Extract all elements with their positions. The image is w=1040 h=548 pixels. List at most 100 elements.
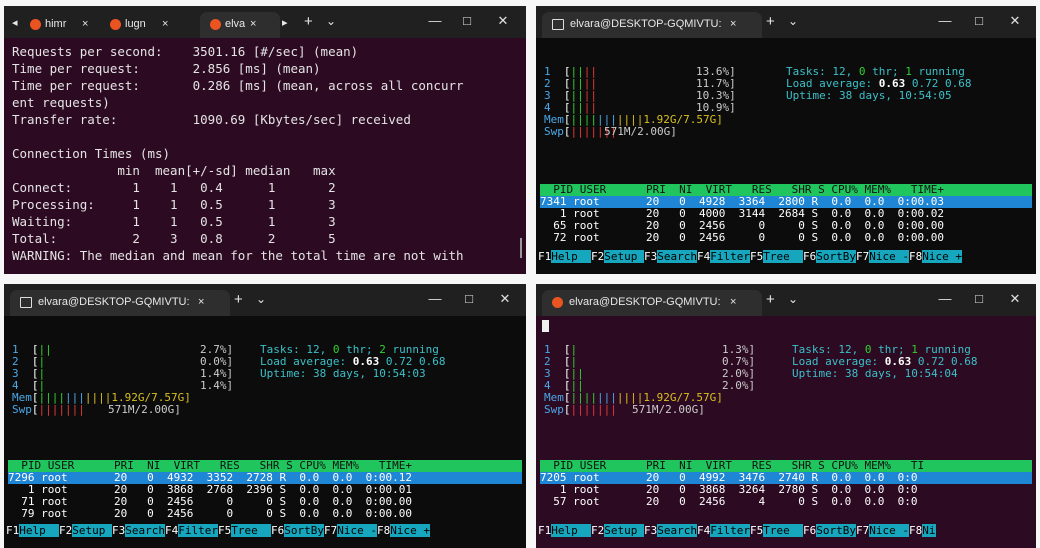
terminal-icon bbox=[552, 18, 564, 30]
fkey-label[interactable]: SortBy bbox=[816, 250, 856, 263]
tab-elva[interactable]: elva × bbox=[200, 12, 280, 38]
fkey-label[interactable]: Help bbox=[551, 250, 591, 263]
close-tab-icon[interactable]: × bbox=[730, 12, 736, 36]
maximize-button[interactable]: □ bbox=[968, 10, 990, 32]
tab-label: elvara@DESKTOP-GQMIVTU: bbox=[569, 296, 721, 308]
meter-bar: | bbox=[84, 391, 92, 404]
fkey-label[interactable]: Filter bbox=[710, 524, 750, 537]
fkey-label[interactable]: Tree bbox=[763, 250, 803, 263]
process-row[interactable]: 72 root 20 0 2456 0 0 S 0.0 0.0 0:00.00 bbox=[540, 232, 944, 244]
uptime: Uptime: 38 days, 10:54:05 bbox=[786, 90, 952, 102]
fkey-label[interactable]: Nice + bbox=[390, 524, 430, 537]
terminal-window-benchmark[interactable]: ◂ himr × lugn × elva × ▸ + ⌄ — □ ✕ Reque… bbox=[4, 6, 526, 274]
new-tab-button[interactable]: + bbox=[304, 13, 313, 30]
htop-screen[interactable]: 1 [|||| 13.6%] 2 [|||| 11.7%] 3 [|||| 10.3%] 4… bbox=[536, 38, 1036, 274]
maximize-button[interactable]: □ bbox=[968, 288, 990, 310]
ubuntu-icon bbox=[552, 296, 563, 308]
fkey-label[interactable]: Filter bbox=[710, 250, 750, 263]
uptime-label: Uptime: bbox=[792, 367, 839, 380]
terminal-window-htop-1[interactable]: elvara@DESKTOP-GQMIVTU: × + ⌄ — □ ✕ 1 [|||| 13.6… bbox=[536, 6, 1036, 274]
fkey-f6: F6 bbox=[271, 524, 285, 537]
dropdown-button[interactable]: ⌄ bbox=[788, 14, 798, 28]
dropdown-button[interactable]: ⌄ bbox=[326, 14, 336, 28]
scrollbar[interactable] bbox=[520, 238, 522, 258]
close-window-button[interactable]: ✕ bbox=[1004, 288, 1026, 310]
close-tab-icon[interactable]: × bbox=[250, 12, 256, 36]
ubuntu-icon bbox=[210, 18, 221, 30]
fkey-label[interactable]: Search bbox=[657, 524, 697, 537]
minimize-button[interactable]: — bbox=[424, 10, 446, 32]
fkey-label[interactable]: Nice - bbox=[869, 250, 909, 263]
tab-terminal[interactable]: elvara@DESKTOP-GQMIVTU: × bbox=[542, 290, 762, 316]
fkey-f1: F1 bbox=[538, 250, 552, 263]
tab-lugn[interactable]: lugn × bbox=[106, 12, 180, 38]
fkey-f1: F1 bbox=[538, 524, 552, 537]
fkey-label[interactable]: Tree bbox=[763, 524, 803, 537]
new-tab-button[interactable]: + bbox=[766, 13, 775, 30]
fkey-label[interactable]: Setup bbox=[72, 524, 112, 537]
close-window-button[interactable]: ✕ bbox=[494, 288, 516, 310]
minimize-button[interactable]: — bbox=[934, 10, 956, 32]
dropdown-button[interactable]: ⌄ bbox=[256, 292, 266, 306]
fkey-label[interactable]: Tree bbox=[231, 524, 271, 537]
process-row[interactable]: 57 root 20 0 2456 4 0 S 0.0 0.0 0:0 bbox=[540, 496, 917, 508]
close-tab-icon[interactable]: × bbox=[82, 12, 88, 36]
fkey-label[interactable]: Nice - bbox=[869, 524, 909, 537]
maximize-button[interactable]: □ bbox=[458, 288, 480, 310]
process-row[interactable]: 79 root 20 0 2456 0 0 S 0.0 0.0 0:00.00 bbox=[8, 508, 412, 520]
uptime-value: 38 days, 10:54:04 bbox=[844, 367, 958, 380]
swap-label: Swp bbox=[544, 403, 564, 416]
title-bar: elvara@DESKTOP-GQMIVTU: × + ⌄ — □ ✕ bbox=[4, 284, 526, 316]
cpu-percent: 2.0%] bbox=[722, 379, 756, 392]
fkey-f4: F4 bbox=[697, 250, 711, 263]
scroll-left-icon[interactable]: ◂ bbox=[12, 16, 18, 29]
fkey-f5: F5 bbox=[750, 524, 764, 537]
fkey-label[interactable]: SortBy bbox=[284, 524, 324, 537]
fkey-label[interactable]: SortBy bbox=[816, 524, 856, 537]
meter-open-bracket: [ bbox=[563, 403, 571, 416]
meter-bar: | bbox=[65, 403, 72, 416]
new-tab-button[interactable]: + bbox=[766, 291, 775, 308]
fkey-label[interactable]: Ni bbox=[922, 524, 936, 537]
minimize-button[interactable]: — bbox=[424, 288, 446, 310]
scroll-right-icon[interactable]: ▸ bbox=[282, 16, 288, 29]
fkey-label[interactable]: Nice - bbox=[337, 524, 377, 537]
output-line: Connection Times (ms) bbox=[12, 146, 171, 161]
terminal-output[interactable]: Requests per second: 3501.16 [#/sec] (me… bbox=[4, 38, 526, 274]
fkey-label[interactable]: Help bbox=[19, 524, 59, 537]
htop-screen[interactable]: 1 [| 1.3%] 2 [| 0.7%] 3 [|| 2.0%] 4 [|| 2.0%] Me… bbox=[536, 316, 1036, 548]
meter-bar: | bbox=[45, 403, 52, 416]
maximize-button[interactable]: □ bbox=[456, 10, 478, 32]
close-window-button[interactable]: ✕ bbox=[1004, 10, 1026, 32]
swap-value: 571M/2.00G] bbox=[604, 125, 677, 138]
fkey-label[interactable]: Filter bbox=[178, 524, 218, 537]
new-tab-button[interactable]: + bbox=[234, 291, 243, 308]
fkey-label[interactable]: Setup bbox=[604, 250, 644, 263]
function-key-bar: F1Help F2Setup F3SearchF4FilterF5Tree F6… bbox=[538, 250, 962, 264]
tab-terminal[interactable]: elvara@DESKTOP-GQMIVTU: × bbox=[542, 12, 762, 38]
fkey-f2: F2 bbox=[59, 524, 73, 537]
minimize-button[interactable]: — bbox=[934, 288, 956, 310]
title-bar: elvara@DESKTOP-GQMIVTU: × + ⌄ — □ ✕ bbox=[536, 6, 1036, 38]
terminal-window-htop-2[interactable]: elvara@DESKTOP-GQMIVTU: × + ⌄ — □ ✕ 1 [|| 2.7%] 2… bbox=[4, 284, 526, 548]
fkey-label[interactable]: Search bbox=[657, 250, 697, 263]
close-tab-icon[interactable]: × bbox=[730, 290, 736, 314]
close-window-button[interactable]: ✕ bbox=[492, 10, 514, 32]
tab-terminal[interactable]: elvara@DESKTOP-GQMIVTU: × bbox=[10, 290, 230, 316]
fkey-label[interactable]: Nice + bbox=[922, 250, 962, 263]
function-key-bar: F1Help F2Setup F3SearchF4FilterF5Tree F6… bbox=[6, 524, 430, 538]
fkey-f4: F4 bbox=[165, 524, 179, 537]
fkey-label[interactable]: Help bbox=[551, 524, 591, 537]
close-tab-icon[interactable]: × bbox=[162, 12, 168, 36]
uptime: Uptime: 38 days, 10:54:03 bbox=[260, 368, 426, 380]
meter-bar: | bbox=[45, 343, 52, 356]
terminal-window-htop-3[interactable]: elvara@DESKTOP-GQMIVTU: × + ⌄ — □ ✕ 1 [| 1.3%] 2 … bbox=[536, 284, 1036, 548]
fkey-label[interactable]: Setup bbox=[604, 524, 644, 537]
meter-open-bracket: [ bbox=[31, 403, 39, 416]
htop-screen[interactable]: 1 [|| 2.7%] 2 [| 0.0%] 3 [| 1.4%] 4 [| 1.4%] Mem… bbox=[4, 316, 526, 548]
tab-himr[interactable]: himr × bbox=[26, 12, 100, 38]
dropdown-button[interactable]: ⌄ bbox=[788, 292, 798, 306]
fkey-label[interactable]: Search bbox=[125, 524, 165, 537]
tab-label: elva bbox=[225, 18, 246, 30]
close-tab-icon[interactable]: × bbox=[198, 290, 204, 314]
